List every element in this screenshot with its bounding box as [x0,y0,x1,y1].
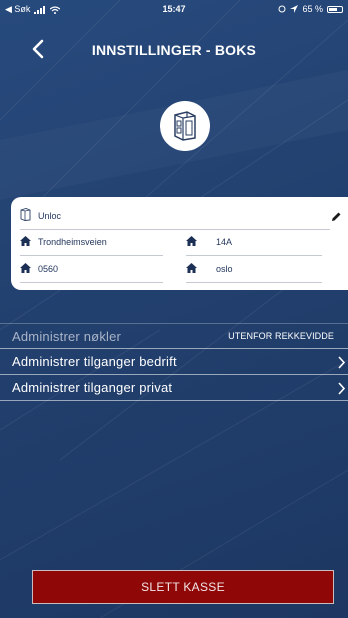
chevron-right-icon [338,382,346,395]
postal-code-field[interactable]: 0560 [38,264,58,274]
menu-item-manage-access-company[interactable]: Administrer tilganger bedrift [0,349,348,375]
status-bar: ◀ Søk 15:47 65 % [0,0,348,20]
divider [186,255,322,256]
chevron-right-icon [338,356,346,369]
city-field[interactable]: oslo [216,264,233,274]
box-logo [160,101,210,151]
home-icon [20,236,31,246]
box-icon [20,208,31,221]
number-field[interactable]: 14A [216,237,232,247]
pencil-icon[interactable] [330,211,342,223]
status-badge: UTENFOR REKKEVIDDE [228,331,334,341]
location-icon [290,5,299,13]
battery-icon [327,5,343,13]
page-title: INNSTILLINGER - BOKS [91,42,257,58]
battery-percent: 65 % [302,4,323,14]
menu-item-label: Administrer tilganger bedrift [12,354,177,369]
box-icon [174,111,196,141]
menu-item-label: Administrer nøkler [12,328,122,344]
alarm-icon [278,5,286,13]
menu-item-label: Administrer tilganger privat [12,380,173,395]
box-name: Unloc [38,211,62,221]
box-info-card: Unloc Trondheimsveien 14A 0560 oslo [11,197,348,290]
divider [20,282,163,283]
divider [20,255,163,256]
settings-menu: Administrer nøkler UTENFOR REKKEVIDDE Ad… [0,323,348,401]
divider [186,282,322,283]
home-icon [186,263,197,273]
menu-item-manage-keys: Administrer nøkler UTENFOR REKKEVIDDE [0,323,348,349]
home-icon [20,263,31,273]
home-icon [186,236,197,246]
menu-item-manage-access-private[interactable]: Administrer tilganger privat [0,375,348,401]
divider [20,229,330,230]
background-pattern [0,0,348,618]
street-field[interactable]: Trondheimsveien [38,237,107,247]
header: INNSTILLINGER - BOKS [0,34,348,64]
delete-box-button[interactable]: SLETT KASSE [32,570,334,604]
